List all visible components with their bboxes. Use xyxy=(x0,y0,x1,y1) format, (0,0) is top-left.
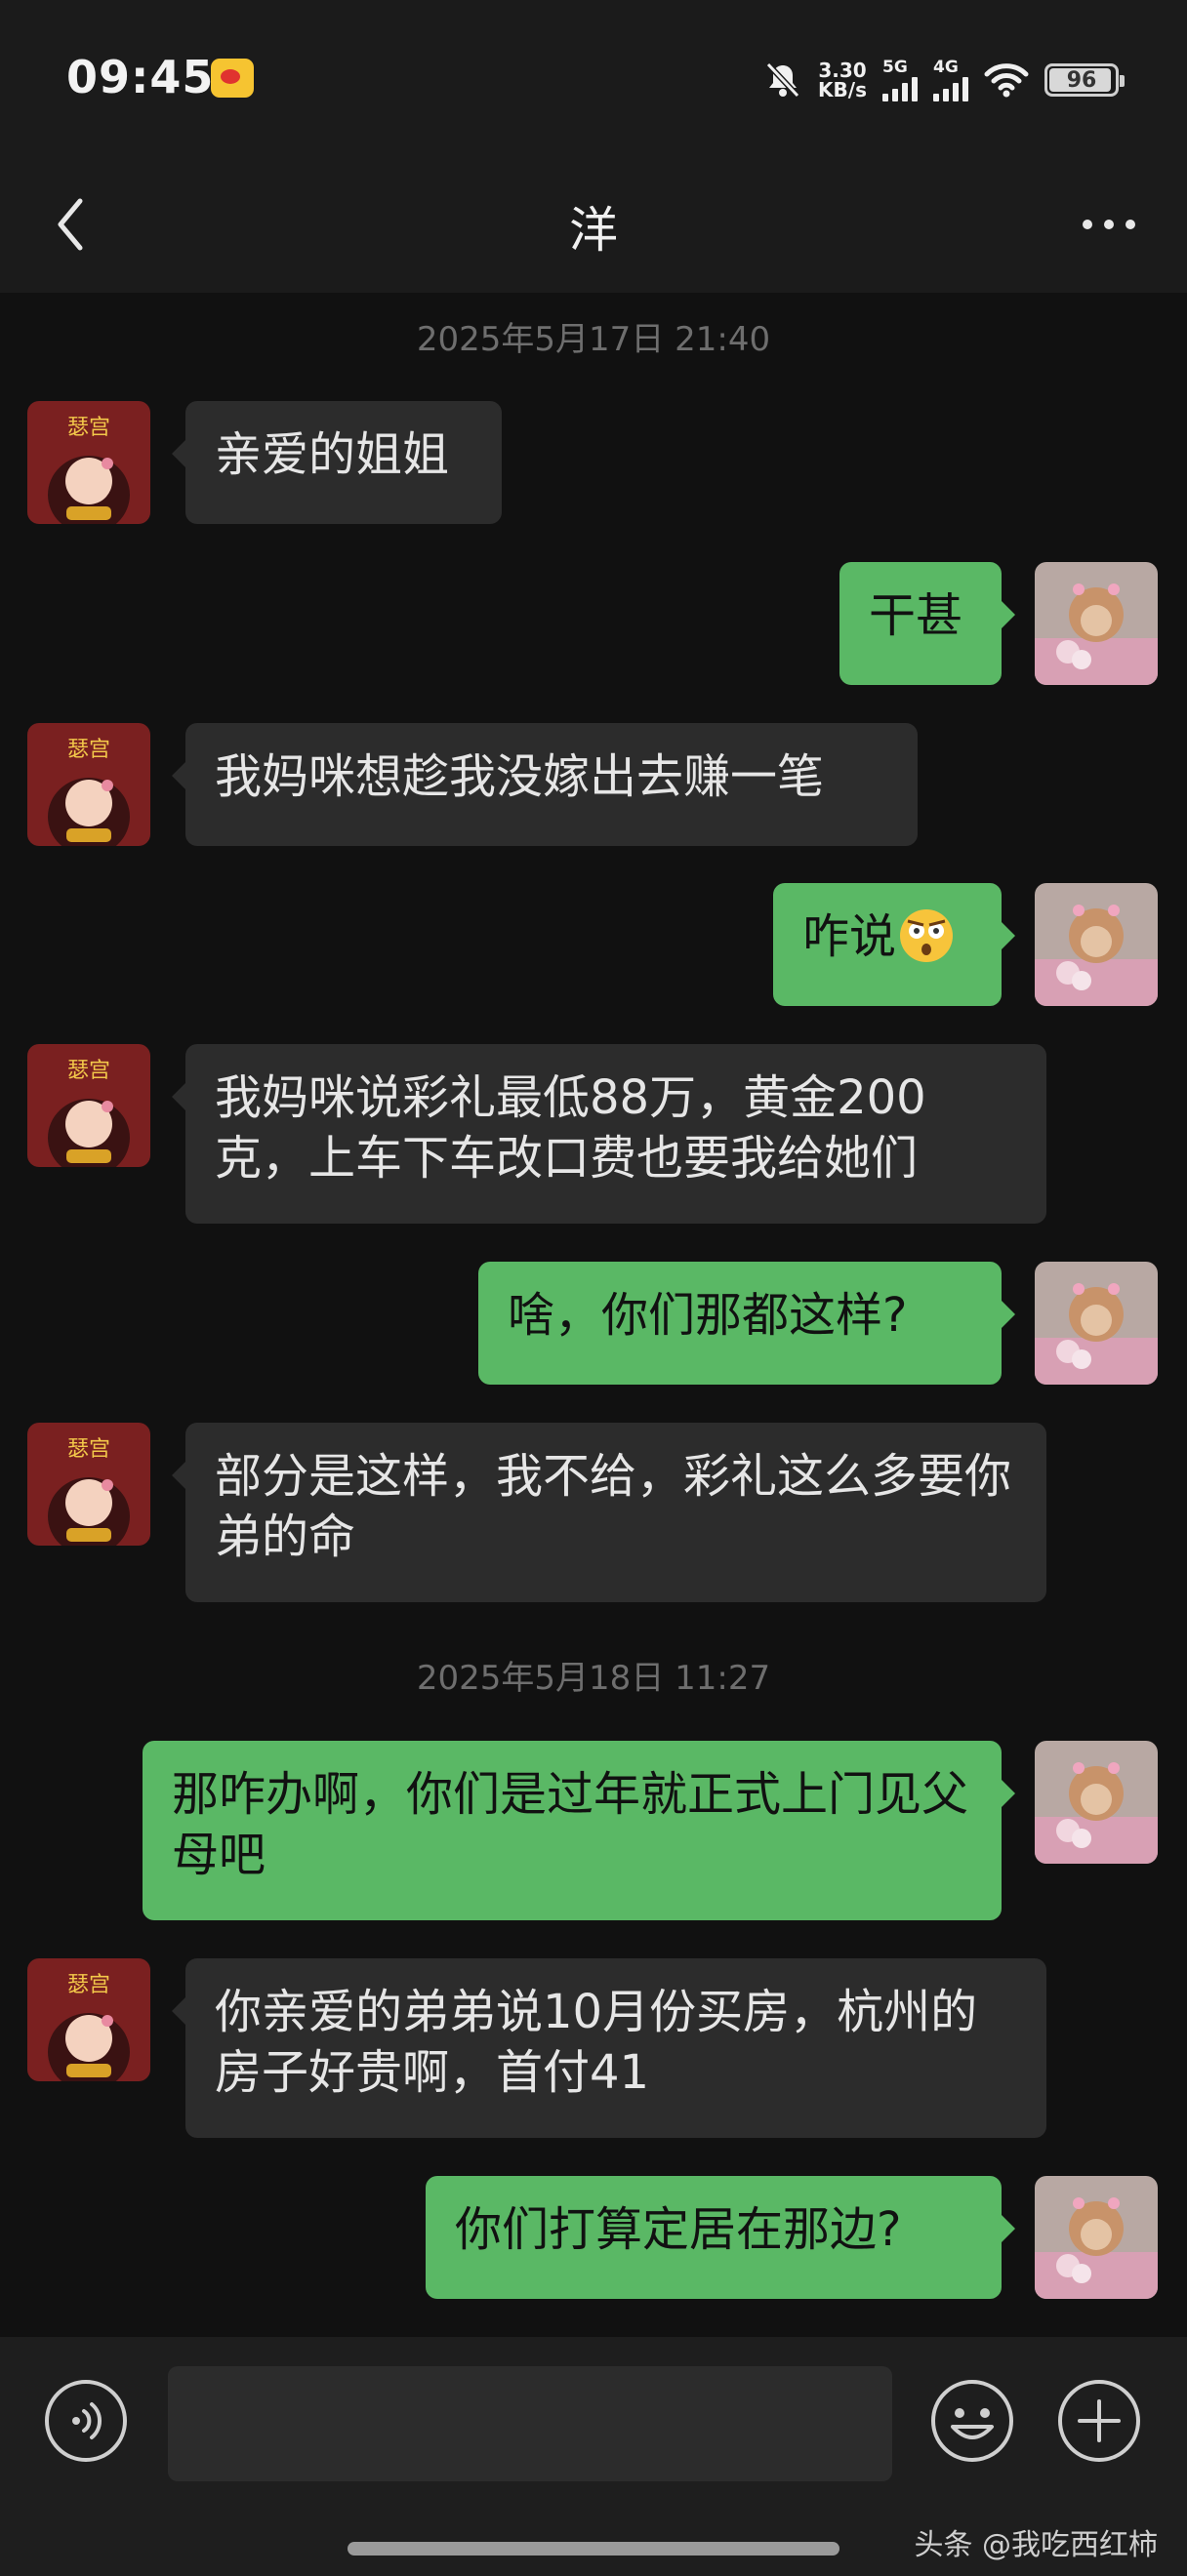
status-time: 09:45 xyxy=(66,51,215,103)
signal-4g-icon: 4G xyxy=(933,59,968,101)
voice-input-icon[interactable] xyxy=(43,2378,129,2464)
my-avatar[interactable] xyxy=(1035,2176,1158,2299)
incoming-message[interactable]: 部分是这样，我不给，彩礼这么多要你弟的命 xyxy=(172,1423,1046,1602)
contact-avatar[interactable]: 瑟宫 xyxy=(27,1958,150,2081)
incoming-message[interactable]: 亲爱的姐姐 xyxy=(172,401,502,524)
wifi-icon xyxy=(984,63,1029,98)
svg-text:瑟宫: 瑟宫 xyxy=(67,738,110,762)
incoming-message[interactable]: 我妈咪想趁我没嫁出去赚一笔 xyxy=(172,723,918,846)
network-speed: 3.30 KB/s xyxy=(818,59,867,101)
contact-avatar[interactable]: 瑟宫 xyxy=(27,1044,150,1167)
home-indicator[interactable] xyxy=(348,2542,839,2556)
message-input[interactable] xyxy=(168,2366,892,2481)
status-icons: 3.30 KB/s 5G 4G 96 xyxy=(763,55,1125,105)
my-avatar[interactable] xyxy=(1035,883,1158,1006)
battery-level: 96 xyxy=(1066,68,1097,93)
outgoing-message[interactable]: 你们打算定居在那边? xyxy=(426,2176,1015,2299)
weibo-notification-icon xyxy=(211,59,254,98)
chat-header: 洋 xyxy=(0,156,1187,293)
chat-title: 洋 xyxy=(569,202,618,259)
incoming-message[interactable]: 我妈咪说彩礼最低88万，黄金200克，上车下车改口费也要我给她们 xyxy=(172,1044,1046,1224)
timestamp: 2025年5月18日 11:27 xyxy=(416,1659,771,1698)
my-avatar[interactable] xyxy=(1035,1262,1158,1385)
emoji-icon[interactable] xyxy=(929,2378,1015,2464)
watermark: 头条 @我吃西红柿 xyxy=(914,2528,1158,2562)
input-bar: 头条 @我吃西红柿 xyxy=(0,2337,1187,2576)
add-attachment-icon[interactable] xyxy=(1056,2378,1142,2464)
status-bar: 09:45 3.30 KB/s 5G 4G 96 xyxy=(0,0,1187,156)
contact-avatar[interactable]: 瑟宫 xyxy=(27,401,150,524)
more-options-icon[interactable] xyxy=(1070,195,1148,254)
svg-text:瑟宫: 瑟宫 xyxy=(67,1437,110,1462)
incoming-message[interactable]: 你亲爱的弟弟说10月份买房，杭州的房子好贵啊，首付41 xyxy=(172,1958,1046,2138)
outgoing-message[interactable]: 那咋办啊，你们是过年就正式上门见父母吧 xyxy=(143,1741,1015,1920)
contact-avatar[interactable]: 瑟宫 xyxy=(27,723,150,846)
contact-avatar[interactable]: 瑟宫 xyxy=(27,1423,150,1546)
outgoing-message[interactable]: 干甚 xyxy=(839,562,1015,685)
timestamp: 2025年5月17日 21:40 xyxy=(416,320,771,359)
svg-text:瑟宫: 瑟宫 xyxy=(67,1059,110,1083)
svg-text:瑟宫: 瑟宫 xyxy=(67,416,110,440)
signal-5g-icon: 5G xyxy=(882,59,918,101)
svg-text:瑟宫: 瑟宫 xyxy=(67,1973,110,1997)
shocked-face-emoji-icon xyxy=(900,909,954,962)
outgoing-message[interactable]: 啥，你们那都这样? xyxy=(478,1262,1015,1385)
mute-bell-icon xyxy=(765,61,800,99)
my-avatar[interactable] xyxy=(1035,1741,1158,1864)
battery-icon: 96 xyxy=(1044,63,1125,97)
outgoing-message[interactable]: 咋说 xyxy=(773,883,1015,1006)
chat-message-list[interactable]: 2025年5月17日 21:40 瑟宫 亲爱的姐姐 干甚 瑟宫 我妈咪想趁我没嫁… xyxy=(0,293,1187,2337)
my-avatar[interactable] xyxy=(1035,562,1158,685)
